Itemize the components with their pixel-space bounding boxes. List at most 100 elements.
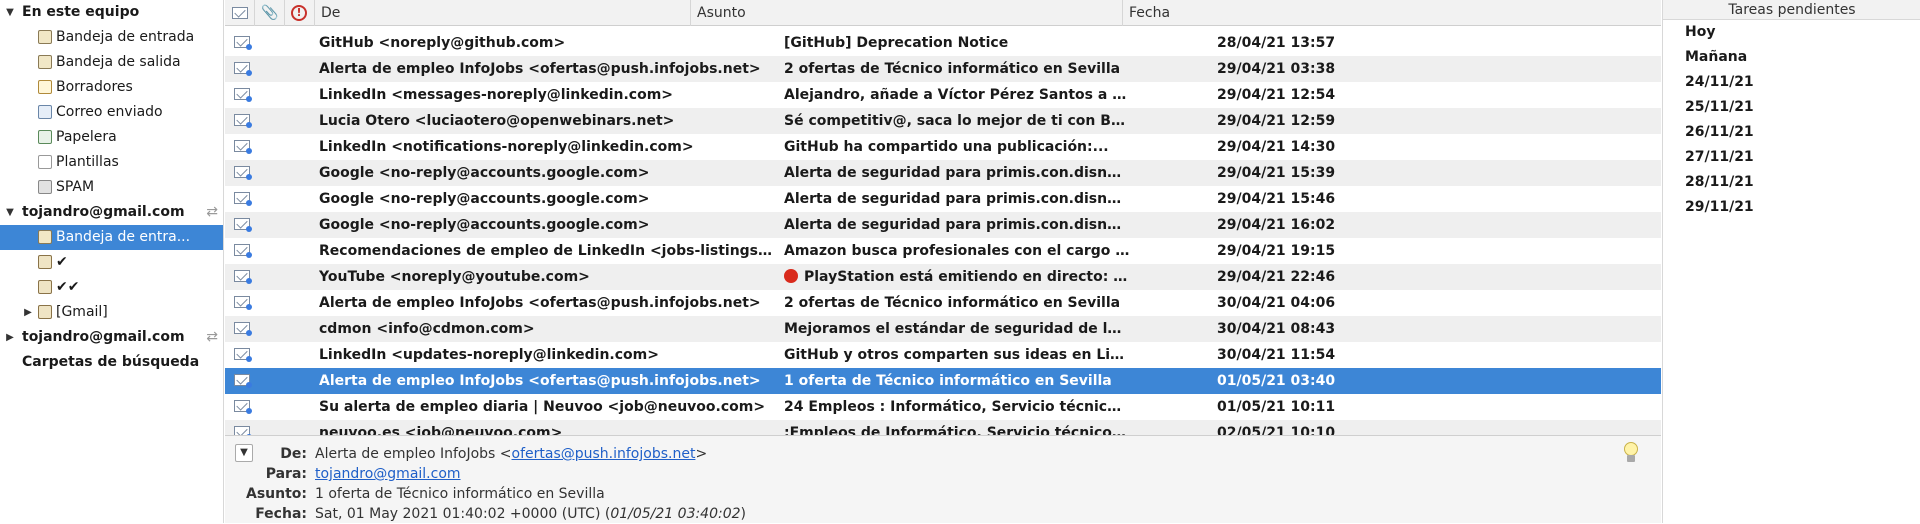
- message-row[interactable]: Alerta de empleo InfoJobs <ofertas@push.…: [225, 368, 1661, 394]
- unread-envelope-icon[interactable]: [234, 166, 252, 180]
- task-group[interactable]: 29/11/21: [1685, 195, 1754, 220]
- inbox-icon: [38, 230, 52, 244]
- message-row[interactable]: Google <no-reply@accounts.google.com> Ale…: [225, 186, 1661, 212]
- message-date: 29/04/21 19:15: [1217, 243, 1336, 259]
- unread-envelope-icon[interactable]: [234, 400, 252, 414]
- folder-templates[interactable]: Plantillas: [0, 150, 223, 175]
- message-subject: 2 ofertas de Técnico informático en Sevi…: [784, 295, 1121, 311]
- unread-envelope-icon[interactable]: [234, 88, 252, 102]
- unread-envelope-icon[interactable]: [234, 244, 252, 258]
- task-group[interactable]: Mañana: [1685, 45, 1747, 70]
- folder-gmail-inbox[interactable]: Bandeja de entra...: [0, 225, 223, 250]
- search-folders[interactable]: Carpetas de búsqueda: [0, 350, 223, 375]
- column-from-label: De: [321, 5, 341, 21]
- message-from: neuvoo.es <job@neuvoo.com>: [319, 425, 563, 435]
- folder-outbox[interactable]: Bandeja de salida: [0, 50, 223, 75]
- task-group[interactable]: 25/11/21: [1685, 95, 1754, 120]
- column-read[interactable]: [225, 0, 255, 26]
- header-to-label: Para:: [265, 466, 307, 482]
- folder-pane: ▼ En este equipo Bandeja de entrada Band…: [0, 0, 224, 523]
- unread-envelope-icon[interactable]: [234, 192, 252, 206]
- sent-icon: [38, 105, 52, 119]
- sync-icon: ⇄: [206, 204, 218, 220]
- message-row[interactable]: LinkedIn <notifications-noreply@linkedin…: [225, 134, 1661, 160]
- message-row[interactable]: cdmon <info@cdmon.com> Mejoramos el están…: [225, 316, 1661, 342]
- folder-inbox-label: Bandeja de entrada: [56, 29, 195, 45]
- message-from: LinkedIn <notifications-noreply@linkedin…: [319, 139, 694, 155]
- message-row[interactable]: GitHub <noreply@github.com> [GitHub] Depr…: [225, 30, 1661, 56]
- folder-outbox-label: Bandeja de salida: [56, 54, 181, 70]
- account-gmail-1[interactable]: ▼ tojandro@gmail.com ⇄: [0, 200, 223, 225]
- account-local[interactable]: ▼ En este equipo: [0, 0, 223, 25]
- message-subject: :Empleos de Informático, Servicio técnic…: [784, 425, 1130, 435]
- folder-icon: [38, 255, 52, 269]
- unread-envelope-icon[interactable]: [234, 426, 252, 435]
- task-group[interactable]: 26/11/21: [1685, 120, 1754, 145]
- message-row[interactable]: Su alerta de empleo diaria | Neuvoo <job…: [225, 394, 1661, 420]
- message-subject: Alerta de seguridad para primis.con.disn…: [784, 165, 1130, 181]
- message-date: 29/04/21 12:59: [1217, 113, 1336, 129]
- message-date: 29/04/21 03:38: [1217, 61, 1336, 77]
- message-row[interactable]: LinkedIn <messages-noreply@linkedin.com>…: [225, 82, 1661, 108]
- folder-inbox[interactable]: Bandeja de entrada: [0, 25, 223, 50]
- task-group[interactable]: 27/11/21: [1685, 145, 1754, 170]
- folder-trash[interactable]: Papelera: [0, 125, 223, 150]
- column-from[interactable]: De: [315, 0, 691, 26]
- lightbulb-icon[interactable]: [1623, 442, 1639, 464]
- message-row[interactable]: Recomendaciones de empleo de LinkedIn <j…: [225, 238, 1661, 264]
- message-from: GitHub <noreply@github.com>: [319, 35, 566, 51]
- column-date[interactable]: Fecha: [1123, 0, 1661, 26]
- header-from-email[interactable]: ofertas@push.infojobs.net: [512, 446, 696, 462]
- folder-drafts[interactable]: Borradores: [0, 75, 223, 100]
- account-gmail-2[interactable]: ▶ tojandro@gmail.com ⇄: [0, 325, 223, 350]
- header-from-name: Alerta de empleo InfoJobs <: [315, 446, 512, 462]
- message-row[interactable]: Alerta de empleo InfoJobs <ofertas@push.…: [225, 56, 1661, 82]
- message-subject: PlayStation está emitiendo en directo: S…: [784, 264, 1130, 290]
- column-priority[interactable]: !: [285, 0, 315, 26]
- unread-envelope-icon[interactable]: [234, 140, 252, 154]
- unread-envelope-icon[interactable]: [234, 296, 252, 310]
- folder-sent[interactable]: Correo enviado: [0, 100, 223, 125]
- expand-right-icon[interactable]: ▶: [3, 325, 17, 350]
- message-row[interactable]: neuvoo.es <job@neuvoo.com> :Empleos de In…: [225, 420, 1661, 435]
- message-row[interactable]: LinkedIn <updates-noreply@linkedin.com> G…: [225, 342, 1661, 368]
- folder-gmail[interactable]: ▶ [Gmail]: [0, 300, 223, 325]
- folder-double-check[interactable]: ✔✔: [0, 275, 223, 300]
- task-group[interactable]: 28/11/21: [1685, 170, 1754, 195]
- task-group[interactable]: Hoy: [1685, 20, 1715, 45]
- folder-check-label: ✔: [56, 254, 68, 270]
- unread-envelope-icon[interactable]: [234, 36, 252, 50]
- folder-gmail-label: [Gmail]: [56, 304, 108, 320]
- header-to-email[interactable]: tojandro@gmail.com: [315, 466, 461, 482]
- unread-envelope-icon[interactable]: [234, 270, 252, 284]
- expand-right-icon[interactable]: ▶: [21, 300, 35, 325]
- message-date: 29/04/21 15:39: [1217, 165, 1336, 181]
- unread-envelope-icon[interactable]: [234, 62, 252, 76]
- expand-down-icon[interactable]: ▼: [3, 200, 17, 225]
- unread-envelope-icon[interactable]: [234, 322, 252, 336]
- folder-sent-label: Correo enviado: [56, 104, 163, 120]
- search-folders-label: Carpetas de búsqueda: [22, 354, 200, 370]
- folder-spam[interactable]: SPAM: [0, 175, 223, 200]
- message-row[interactable]: Google <no-reply@accounts.google.com> Ale…: [225, 212, 1661, 238]
- message-row[interactable]: Lucia Otero <luciaotero@openwebinars.net…: [225, 108, 1661, 134]
- unread-envelope-icon[interactable]: [234, 374, 252, 388]
- message-subject-text: PlayStation está emitiendo en directo: S…: [804, 269, 1130, 285]
- folder-trash-label: Papelera: [56, 129, 117, 145]
- unread-envelope-icon[interactable]: [234, 114, 252, 128]
- message-date: 29/04/21 15:46: [1217, 191, 1336, 207]
- expand-down-icon[interactable]: ▼: [3, 0, 17, 25]
- unread-envelope-icon[interactable]: [234, 218, 252, 232]
- task-group[interactable]: 24/11/21: [1685, 70, 1754, 95]
- message-subject: Alerta de seguridad para primis.con.disn…: [784, 217, 1130, 233]
- message-row[interactable]: Google <no-reply@accounts.google.com> Ale…: [225, 160, 1661, 186]
- column-subject[interactable]: Asunto: [691, 0, 1123, 26]
- message-row[interactable]: Alerta de empleo InfoJobs <ofertas@push.…: [225, 290, 1661, 316]
- folder-check[interactable]: ✔: [0, 250, 223, 275]
- message-subject: GitHub ha compartido una publicación:...: [784, 139, 1109, 155]
- unread-envelope-icon[interactable]: [234, 348, 252, 362]
- paperclip-icon: 📎: [261, 5, 279, 21]
- column-attachment[interactable]: 📎: [255, 0, 285, 26]
- message-row[interactable]: YouTube <noreply@youtube.com> PlayStation…: [225, 264, 1661, 290]
- account-local-label: En este equipo: [22, 4, 140, 20]
